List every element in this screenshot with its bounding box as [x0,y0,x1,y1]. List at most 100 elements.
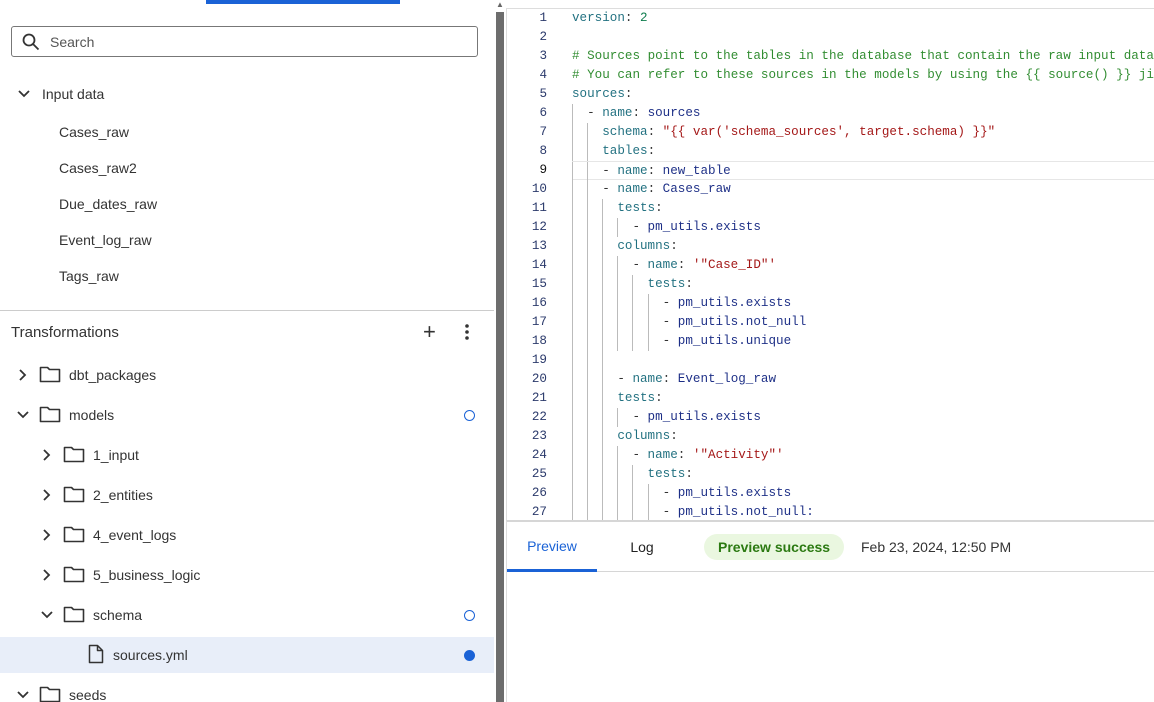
code-text: - name: Event_log_raw [617,370,776,389]
code-line[interactable]: 21 tests: [507,389,1154,408]
tree-item-label: 1_input [93,447,139,463]
code-editor[interactable]: 1 version: 2 2 3 # Sources point to the tabl… [506,8,1154,520]
indent-guide [587,446,602,465]
code-text: - pm_utils.exists [663,294,791,313]
code-line[interactable]: 25 tests: [507,465,1154,484]
line-number: 18 [531,334,547,348]
tree-folder[interactable]: 1_input [0,437,494,473]
indent-guide [602,199,617,218]
code-line[interactable]: 7 schema: "{{ var('schema_sources', targe… [507,123,1154,142]
code-line[interactable]: 18 - pm_utils.unique [507,332,1154,351]
code-line[interactable]: 17 - pm_utils.not_null [507,313,1154,332]
code-line[interactable]: 16 - pm_utils.exists [507,294,1154,313]
indent-guide [572,104,587,123]
tree-item-label: sources.yml [113,647,188,663]
indent-guide [632,294,647,313]
code-text: - name: '"Case_ID"' [632,256,776,275]
code-content: sources: [572,85,1154,104]
indent-guide [572,256,587,275]
search-input[interactable]: Search [11,26,478,57]
indent-guide [647,332,663,351]
input-data-item[interactable]: Tags_raw [0,258,494,294]
code-line[interactable]: 3 # Sources point to the tables in the da… [507,47,1154,66]
code-line[interactable]: 6 - name: sources [507,104,1154,123]
input-data-header[interactable]: Input data [0,76,494,112]
code-line[interactable]: 19 [507,351,1154,370]
tree-folder[interactable]: 2_entities [0,477,494,513]
indent-guide [647,313,663,332]
code-text: - name: Cases_raw [602,180,730,199]
code-line[interactable]: 24 - name: '"Activity"' [507,446,1154,465]
code-content: - name: '"Case_ID"' [572,256,1154,275]
tree-file[interactable]: sources.yml [0,637,494,673]
indent-guide [572,142,587,161]
tab-preview[interactable]: Preview [507,522,597,572]
code-line[interactable]: 12 - pm_utils.exists [507,218,1154,237]
kebab-icon [465,324,469,340]
code-line[interactable]: 10 - name: Cases_raw [507,180,1154,199]
indent-guide [602,370,617,389]
tab-log[interactable]: Log [607,522,677,572]
modified-circle-icon [464,409,475,421]
line-number: 7 [539,125,547,139]
indent-guide [602,408,617,427]
tree-folder[interactable]: models [0,397,494,433]
code-line[interactable]: 1 version: 2 [507,9,1154,28]
indent-guide [587,370,602,389]
code-content: tests: [572,199,1154,218]
code-line[interactable]: 11 tests: [507,199,1154,218]
indent-guide [572,294,587,313]
chevron-down-icon [35,610,59,620]
code-line[interactable]: 4 # You can refer to these sources in the… [507,66,1154,85]
code-line[interactable]: 5 sources: [507,85,1154,104]
line-number: 24 [531,448,547,462]
input-data-item[interactable]: Event_log_raw [0,222,494,258]
tree-folder[interactable]: dbt_packages [0,357,494,393]
tree-item-label: seeds [69,687,107,702]
code-line[interactable]: 13 columns: [507,237,1154,256]
code-content: - name: Cases_raw [572,180,1154,199]
divider [0,310,494,311]
transformations-title: Transformations [11,324,119,341]
indent-guide [602,351,617,370]
indent-guide [647,503,663,520]
input-data-item[interactable]: Cases_raw [0,114,494,150]
chevron-down-icon [11,690,35,700]
code-content: - name: new_table [572,161,1154,181]
code-line[interactable]: 27 - pm_utils.not_null: [507,503,1154,520]
indent-guide [587,294,602,313]
code-line[interactable]: 14 - name: '"Case_ID"' [507,256,1154,275]
more-menu-button[interactable] [460,322,474,342]
code-text: - name: new_table [602,164,731,178]
code-line[interactable]: 9 - name: new_table [507,161,1154,181]
code-line[interactable]: 8 tables: [507,142,1154,161]
indent-guide [617,332,632,351]
code-line[interactable]: 22 - pm_utils.exists [507,408,1154,427]
indent-guide [602,503,617,520]
indent-guide [617,275,632,294]
indent-guide [572,199,587,218]
input-data-item[interactable]: Due_dates_raw [0,186,494,222]
input-data-item-label: Tags_raw [59,268,119,284]
code-text: - pm_utils.exists [632,218,760,237]
indent-guide [602,275,617,294]
scroll-up-arrow[interactable]: ▲ [496,0,504,10]
tree-folder[interactable]: seeds [0,677,494,702]
code-line[interactable]: 20 - name: Event_log_raw [507,370,1154,389]
code-text: - pm_utils.not_null [663,313,807,332]
line-number: 11 [531,201,547,215]
input-data-item-label: Due_dates_raw [59,196,158,212]
add-button[interactable]: + [423,321,436,343]
code-text: schema: "{{ var('schema_sources', target… [602,123,995,142]
input-data-item[interactable]: Cases_raw2 [0,150,494,186]
code-line[interactable]: 2 [507,28,1154,47]
tree-folder[interactable]: schema [0,597,494,633]
code-line[interactable]: 26 - pm_utils.exists [507,484,1154,503]
code-line[interactable]: 15 tests: [507,275,1154,294]
code-line[interactable]: 23 columns: [507,427,1154,446]
tree-folder[interactable]: 4_event_logs [0,517,494,553]
indent-guide [587,142,602,161]
tree-folder[interactable]: 5_business_logic [0,557,494,593]
indent-guide [617,218,632,237]
sidebar-scrollbar[interactable] [496,12,504,702]
